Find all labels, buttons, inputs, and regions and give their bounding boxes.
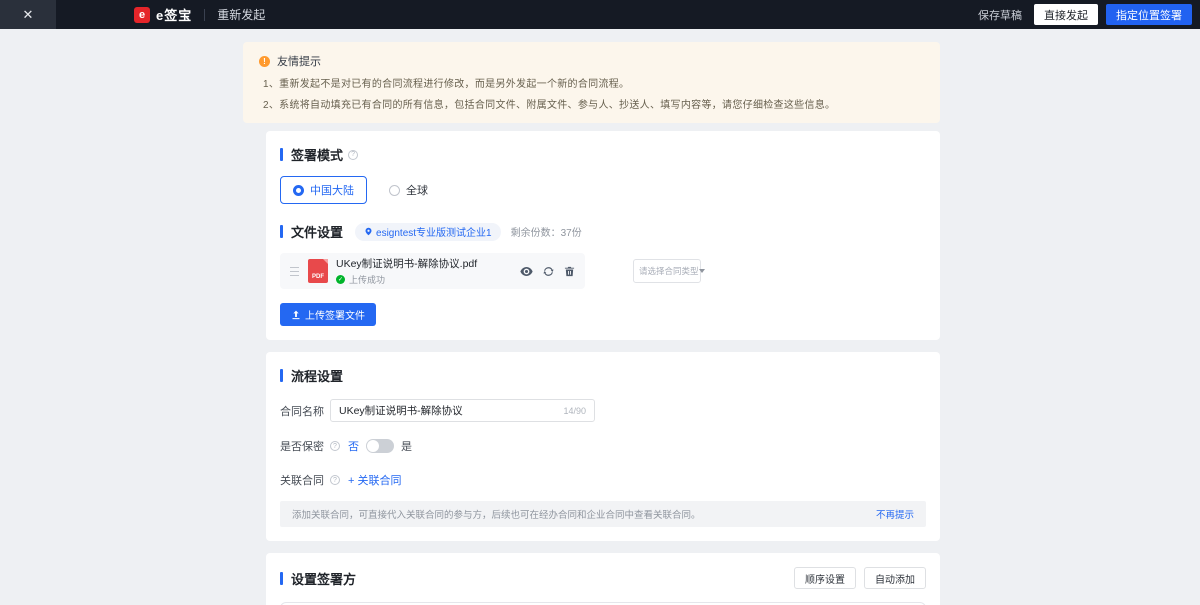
char-counter: 14/90 [563,406,586,416]
secret-toggle[interactable] [366,439,394,453]
section-bar [280,369,283,382]
radio-unselected-icon [389,185,400,196]
contract-name-input[interactable] [339,405,539,417]
upload-icon [291,310,301,320]
preview-eye-icon[interactable] [520,267,533,276]
help-icon[interactable]: ? [348,150,358,160]
signers-card: 设置签署方 顺序设置 自动添加 企业 签署方1 ✎ 签署 签署设置 删除 批量 [266,553,940,605]
radio-mainland-label: 中国大陆 [310,182,354,198]
notice-line: 1、重新发起不是对已有的合同流程进行修改，而是另外发起一个新的合同流程。 [263,75,924,90]
topbar-divider [204,9,205,21]
section-bar [280,572,283,585]
hint-text: 添加关联合同，可直接代入关联合同的参与方，后续也可在经办合同和企业合同中查看关联… [292,507,876,521]
related-contract-hint: 添加关联合同，可直接代入关联合同的参与方，后续也可在经办合同和企业合同中查看关联… [280,501,926,527]
assign-position-sign-button[interactable]: 指定位置签署 [1106,4,1192,25]
pdf-fold [323,259,328,264]
related-contract-label: 关联合同 [280,472,324,488]
brand-logo-icon: e [134,7,150,23]
topbar-actions: 保存草稿 直接发起 指定位置签署 [978,4,1192,25]
delete-trash-icon[interactable] [564,266,575,277]
contract-type-placeholder: 请选择合同类型 [639,265,699,277]
save-draft-button[interactable]: 保存草稿 [978,7,1022,23]
add-related-contract-link[interactable]: + 关联合同 [348,472,401,488]
direct-send-button[interactable]: 直接发起 [1034,4,1098,25]
org-badge-label: esigntest专业版测试企业1 [376,224,492,239]
brand-name: e签宝 [156,5,192,24]
signers-title: 设置签署方 [291,569,356,588]
chevron-down-icon [699,269,705,273]
pdf-file-icon: PDF [308,259,328,283]
location-pin-icon [364,227,373,236]
contract-type-select[interactable]: 请选择合同类型 [633,259,701,283]
order-settings-button[interactable]: 顺序设置 [794,567,856,589]
warning-icon: ! [259,56,270,67]
help-icon[interactable]: ? [330,475,340,485]
close-icon[interactable]: ✕ [0,0,56,29]
radio-mainland[interactable]: 中国大陆 [280,176,367,204]
toggle-knob [367,440,379,452]
section-bar [280,148,283,161]
file-status: 上传成功 [349,273,385,286]
notice-line: 2、系统将自动填充已有合同的所有信息，包括合同文件、附属文件、参与人、抄送人、填… [263,96,924,111]
upload-sign-file-button[interactable]: 上传签署文件 [280,303,376,326]
page-body: ! 友情提示 1、重新发起不是对已有的合同流程进行修改，而是另外发起一个新的合同… [0,29,1200,605]
topbar: ✕ e e签宝 重新发起 保存草稿 直接发起 指定位置签署 [0,0,1200,29]
file-settings-title: 文件设置 [291,222,343,241]
radio-selected-icon [293,185,304,196]
help-icon[interactable]: ? [330,441,340,451]
friendly-notice: ! 友情提示 1、重新发起不是对已有的合同流程进行修改，而是另外发起一个新的合同… [243,42,940,123]
secret-no-label[interactable]: 否 [348,438,359,454]
uploaded-file-item: PDF UKey制证说明书-解除协议.pdf ✓ 上传成功 [280,253,585,289]
secret-label: 是否保密 [280,438,324,454]
radio-global[interactable]: 全球 [389,182,428,198]
process-settings-card: 流程设置 合同名称 14/90 是否保密 ? 否 是 关联合同 ? [266,352,940,541]
remaining-count: 剩余份数：37份 [511,224,582,239]
page-title: 重新发起 [217,6,265,23]
notice-title: 友情提示 [277,53,321,69]
file-name: UKey制证说明书-解除协议.pdf [336,256,477,271]
sign-mode-title: 签署模式 [291,145,343,164]
success-check-icon: ✓ [336,275,345,284]
org-badge[interactable]: esigntest专业版测试企业1 [355,223,501,241]
dismiss-hint-link[interactable]: 不再提示 [876,507,914,521]
section-bar [280,225,283,238]
contract-name-field: 14/90 [330,399,595,422]
radio-global-label: 全球 [406,182,428,198]
replace-file-icon[interactable] [543,266,554,277]
drag-handle-icon[interactable] [290,267,299,276]
auto-add-button[interactable]: 自动添加 [864,567,926,589]
contract-name-label: 合同名称 [280,403,330,419]
sign-mode-file-card: 签署模式 ? 中国大陆 全球 文件设置 esigntest专业版测试企业1 剩余… [266,131,940,340]
process-settings-title: 流程设置 [291,366,343,385]
secret-yes-label[interactable]: 是 [401,438,412,454]
brand: e e签宝 [134,5,192,24]
